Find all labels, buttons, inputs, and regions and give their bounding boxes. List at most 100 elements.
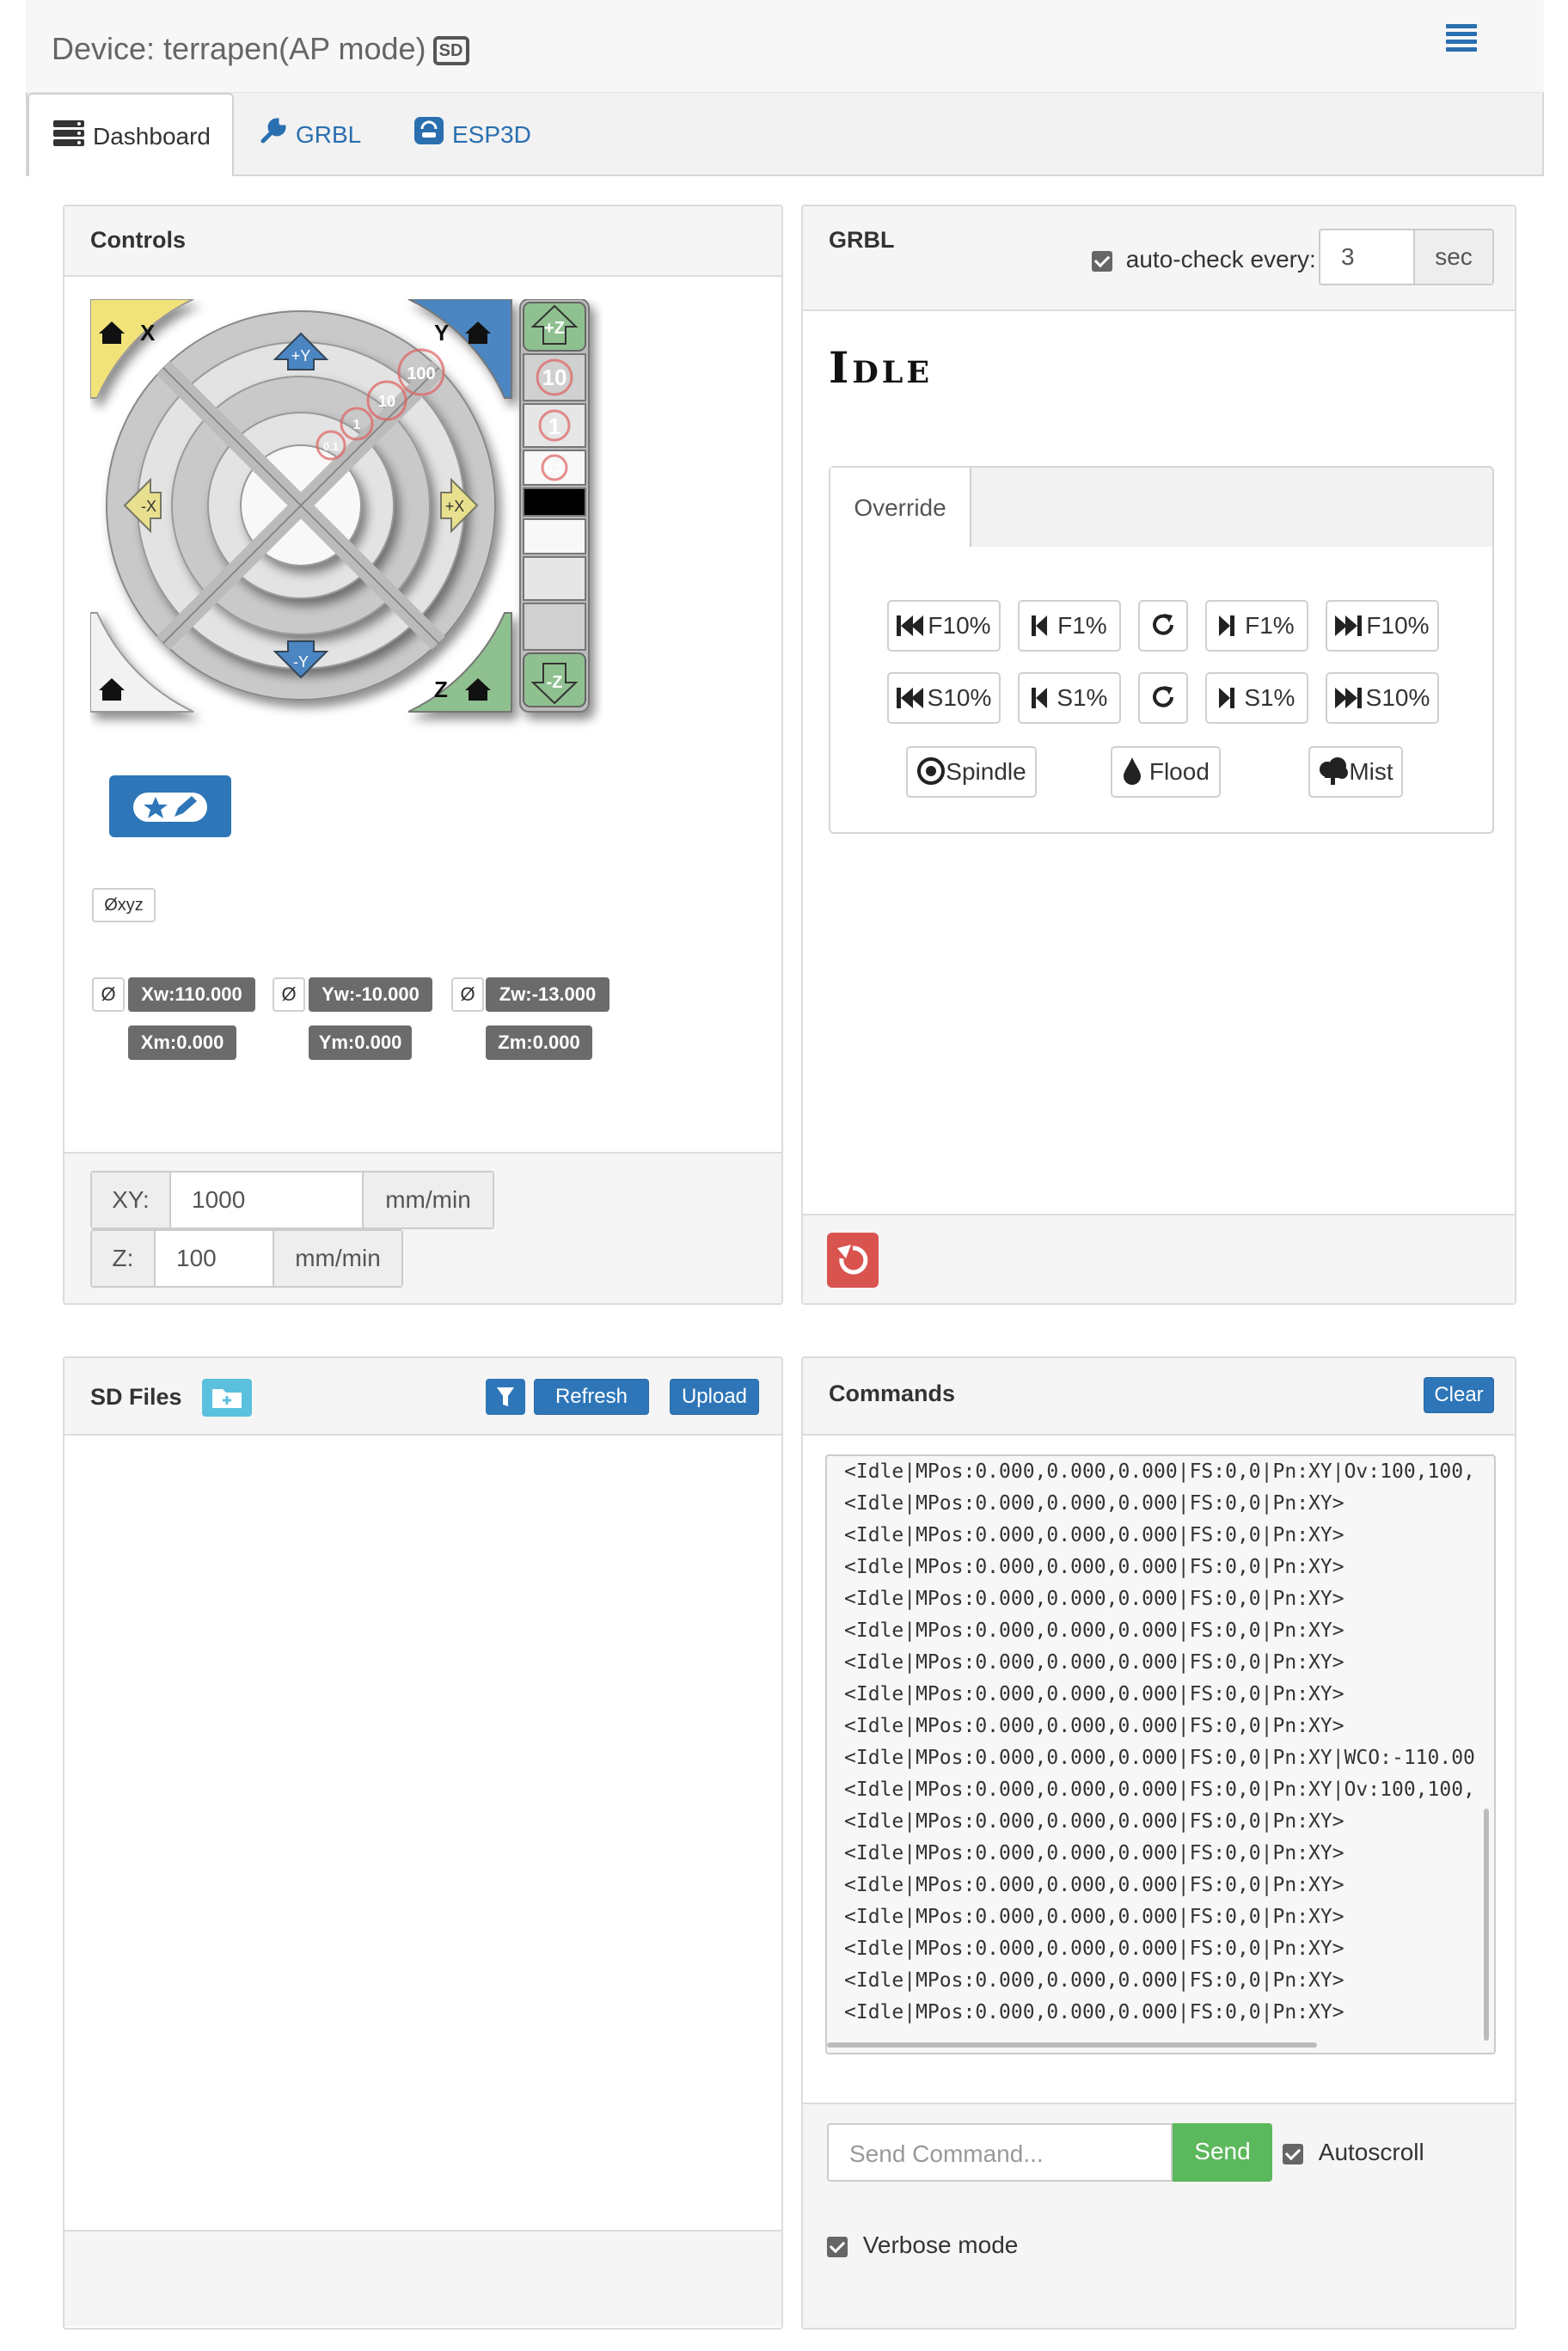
feed-minus-10-button[interactable]: F10% xyxy=(887,600,1001,652)
autocheck-interval-input[interactable]: 3 xyxy=(1320,230,1413,284)
zero-x-button[interactable]: Ø xyxy=(92,977,125,1012)
z-feed-unit: mm/min xyxy=(273,1231,401,1286)
grbl-footer xyxy=(803,1214,1515,1303)
svg-text:X: X xyxy=(140,320,156,346)
mist-toggle-button[interactable]: Mist xyxy=(1308,746,1403,798)
tab-esp3d-label: ESP3D xyxy=(452,121,531,148)
zero-z-button[interactable]: Ø xyxy=(451,977,484,1012)
spindle-plus-10-button[interactable]: S10% xyxy=(1326,672,1439,724)
send-command-input[interactable]: Send Command... xyxy=(827,2123,1173,2182)
filter-button[interactable] xyxy=(486,1379,525,1415)
spindle-reset-button[interactable] xyxy=(1138,672,1188,724)
console-line: <Idle|MPos:0.000,0.000,0.000|FS:0,0|Pn:X… xyxy=(844,1874,1344,1896)
svg-text:Y: Y xyxy=(434,320,449,346)
hamburger-menu-icon[interactable] xyxy=(1446,24,1477,53)
jog-control[interactable]: +Y -Y -X +X 100 10 1 0.1 X Y Z +Z -Z 10 … xyxy=(90,299,615,738)
console-line: <Idle|MPos:0.000,0.000,0.000|FS:0,0|Pn:X… xyxy=(844,1524,1344,1546)
server-icon xyxy=(53,96,84,180)
commands-title: Commands xyxy=(829,1381,956,1406)
grbl-panel: GRBL auto-check every: 3 sec Idle Overri… xyxy=(801,205,1516,1305)
svg-text:Z: Z xyxy=(434,677,448,702)
sd-files-title: SD Files xyxy=(90,1384,182,1410)
svg-text:+X: +X xyxy=(445,498,465,515)
x-work-position: Xw:110.000 xyxy=(128,977,255,1012)
console-horizontal-scrollbar[interactable] xyxy=(827,2042,1317,2048)
tab-override[interactable]: Override xyxy=(830,468,971,548)
tab-dashboard[interactable]: Dashboard xyxy=(28,93,234,176)
spindle-plus-1-button[interactable]: S1% xyxy=(1205,672,1308,724)
controls-footer: XY: 1000 mm/min Z: 100 mm/min xyxy=(64,1152,781,1303)
refresh-button[interactable]: Refresh xyxy=(534,1379,649,1415)
verbose-checkbox[interactable] xyxy=(827,2236,848,2257)
autocheck-control: auto-check every: xyxy=(1092,246,1316,273)
xy-feed-input[interactable]: 1000 xyxy=(171,1172,362,1228)
feed-plus-1-button[interactable]: F1% xyxy=(1205,600,1308,652)
esp3d-icon xyxy=(414,95,444,178)
svg-text:0.1: 0.1 xyxy=(323,440,339,453)
spindle-icon xyxy=(916,757,946,785)
refresh-icon xyxy=(1150,684,1176,711)
z-work-position: Zw:-13.000 xyxy=(486,977,609,1012)
tab-grbl[interactable]: GRBL xyxy=(260,93,361,176)
x-machine-position: Xm:0.000 xyxy=(128,1026,236,1060)
step-backward-icon xyxy=(1031,684,1050,711)
svg-text:+Y: +Y xyxy=(291,347,311,364)
macro-button[interactable] xyxy=(109,775,231,837)
console-vertical-scrollbar[interactable] xyxy=(1484,1809,1489,2041)
grbl-header: GRBL auto-check every: 3 sec xyxy=(803,206,1515,311)
verbose-control: Verbose mode xyxy=(827,2232,1018,2259)
svg-text:-X: -X xyxy=(141,498,156,515)
console-line: <Idle|MPos:0.000,0.000,0.000|FS:0,0|Pn:X… xyxy=(844,1969,1344,1992)
autoscroll-checkbox[interactable] xyxy=(1283,2143,1303,2164)
fast-backward-icon xyxy=(897,612,928,639)
sd-card-icon: SD xyxy=(432,36,469,65)
autocheck-unit: sec xyxy=(1413,230,1492,284)
console-line: <Idle|MPos:0.000,0.000,0.000|FS:0,0|Pn:X… xyxy=(844,1683,1344,1705)
autoscroll-control: Autoscroll xyxy=(1283,2139,1424,2166)
clear-console-button[interactable]: Clear xyxy=(1424,1377,1494,1413)
create-folder-button[interactable] xyxy=(202,1379,252,1417)
spindle-minus-1-button[interactable]: S1% xyxy=(1018,672,1121,724)
console-lines: <Idle|MPos:0.000,0.000,0.000|FS:0,0|Pn:X… xyxy=(827,1456,1494,2029)
svg-text:10: 10 xyxy=(378,393,395,410)
command-console[interactable]: <Idle|MPos:0.000,0.000,0.000|FS:0,0|Pn:X… xyxy=(825,1454,1496,2054)
feed-reset-button[interactable] xyxy=(1138,600,1188,652)
fast-backward-icon xyxy=(896,684,928,711)
zero-all-button[interactable]: Øxyz xyxy=(92,888,156,922)
zero-y-button[interactable]: Ø xyxy=(273,977,305,1012)
z-feedrate-group: Z: 100 mm/min xyxy=(90,1229,403,1288)
tint-drop-icon xyxy=(1122,757,1142,785)
console-line: <Idle|MPos:0.000,0.000,0.000|FS:0,0|Pn:X… xyxy=(844,2001,1344,2023)
main-tabs: Dashboard GRBL ESP3D xyxy=(26,93,1544,176)
console-line: <Idle|MPos:0.000,0.000,0.000|FS:0,0|Pn:X… xyxy=(844,1619,1344,1642)
svg-text:10: 10 xyxy=(542,364,567,390)
upload-button[interactable]: Upload xyxy=(670,1379,759,1415)
send-button[interactable]: Send xyxy=(1173,2123,1272,2182)
sd-files-header: SD Files Refresh Upload xyxy=(64,1358,781,1436)
svg-text:100: 100 xyxy=(407,364,435,383)
console-line: <Idle|MPos:0.000,0.000,0.000|FS:0,0|Pn:X… xyxy=(844,1460,1475,1483)
cloud-icon xyxy=(1318,757,1349,785)
undo-icon xyxy=(827,1245,879,1291)
z-feed-input[interactable]: 100 xyxy=(156,1231,273,1286)
feed-minus-1-button[interactable]: F1% xyxy=(1018,600,1121,652)
spindle-toggle-button[interactable]: Spindle xyxy=(906,746,1037,798)
sd-files-panel: SD Files Refresh Upload xyxy=(63,1356,783,2330)
verbose-label: Verbose mode xyxy=(862,2232,1019,2258)
device-title-text: Device: terrapen(AP mode) xyxy=(52,31,426,66)
flood-toggle-button[interactable]: Flood xyxy=(1111,746,1221,798)
autocheck-checkbox[interactable] xyxy=(1092,250,1112,272)
tab-dashboard-label: Dashboard xyxy=(93,123,211,150)
autocheck-label: auto-check every: xyxy=(1125,246,1316,272)
console-line: <Idle|MPos:0.000,0.000,0.000|FS:0,0|Pn:X… xyxy=(844,1492,1344,1515)
console-line: <Idle|MPos:0.000,0.000,0.000|FS:0,0|Pn:X… xyxy=(844,1715,1344,1737)
device-title: Device: terrapen(AP mode) SD xyxy=(52,31,469,67)
tab-esp3d[interactable]: ESP3D xyxy=(414,93,531,176)
xy-feedrate-group: XY: 1000 mm/min xyxy=(90,1171,494,1229)
top-navbar: Device: terrapen(AP mode) SD xyxy=(26,0,1544,93)
console-line: <Idle|MPos:0.000,0.000,0.000|FS:0,0|Pn:X… xyxy=(844,1938,1344,1960)
feed-plus-10-button[interactable]: F10% xyxy=(1326,600,1439,652)
soft-reset-button[interactable] xyxy=(827,1233,879,1288)
star-pencil-icon xyxy=(133,793,207,822)
spindle-minus-10-button[interactable]: S10% xyxy=(887,672,1001,724)
